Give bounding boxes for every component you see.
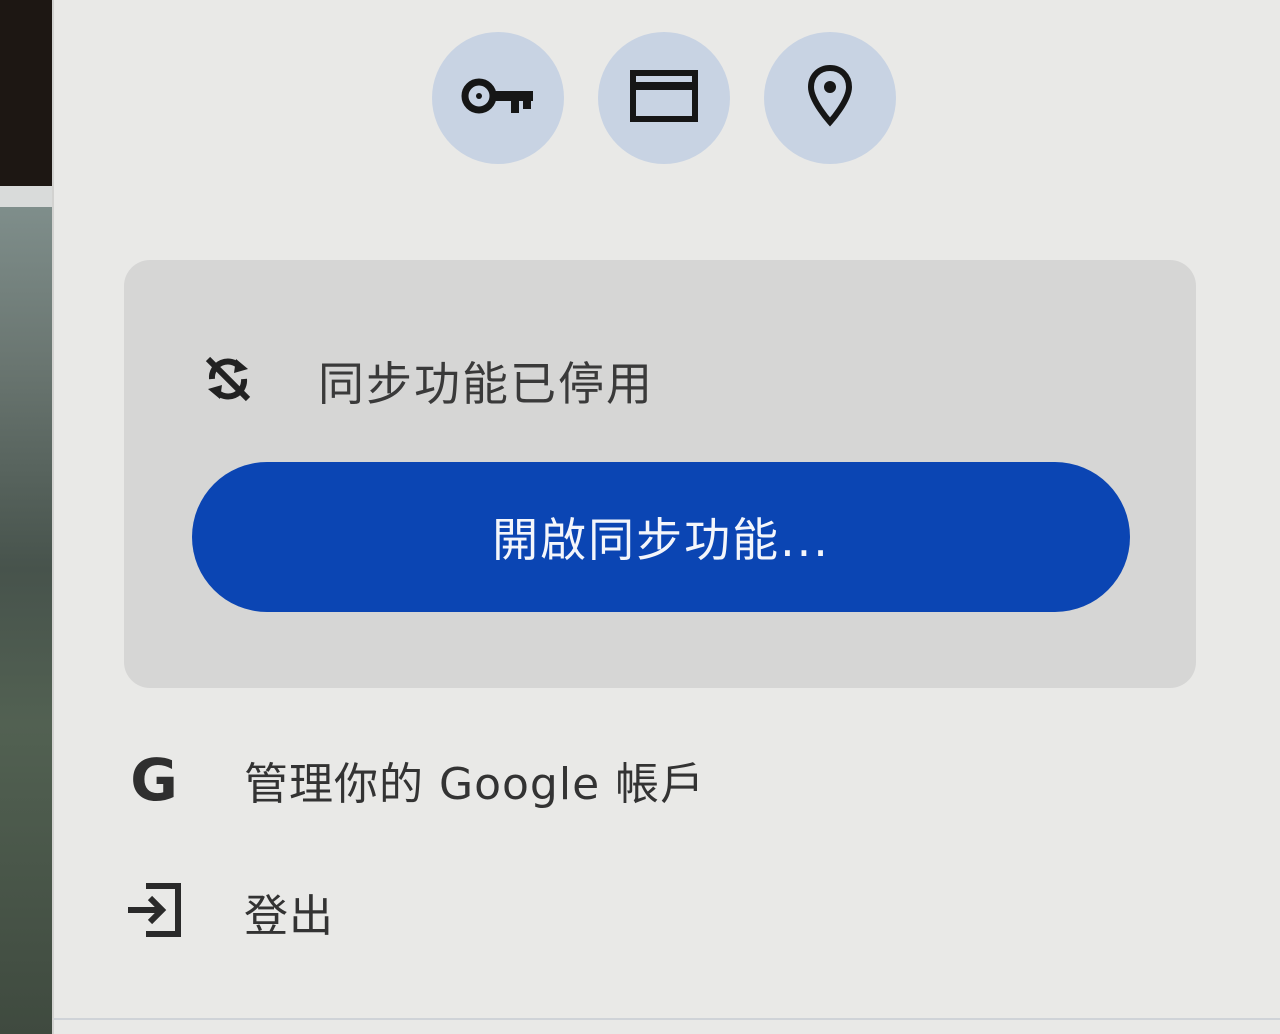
profile-menu-panel: 同步功能已停用 開啟同步功能... G 管理你的 Google 帳戶 登出 [52, 0, 1280, 1034]
key-icon [459, 73, 537, 123]
sync-status: 同步功能已停用 [202, 348, 654, 414]
credit-card-icon [630, 70, 698, 126]
turn-on-sync-button[interactable]: 開啟同步功能... [192, 462, 1130, 612]
google-g-icon: G [130, 746, 178, 814]
sign-out-label: 登出 [244, 891, 334, 942]
payment-methods-button[interactable] [598, 32, 730, 164]
sync-disabled-icon [202, 353, 254, 409]
sync-status-text: 同步功能已停用 [318, 357, 654, 411]
location-pin-icon [807, 64, 853, 132]
sign-out-icon [124, 882, 184, 942]
manage-google-account-item[interactable]: G 管理你的 Google 帳戶 [124, 746, 706, 814]
background-strip [0, 0, 60, 1034]
sign-out-item[interactable]: 登出 [124, 880, 334, 944]
passwords-button[interactable] [432, 32, 564, 164]
divider [54, 1018, 1280, 1020]
sync-card: 同步功能已停用 開啟同步功能... [124, 260, 1196, 688]
addresses-button[interactable] [764, 32, 896, 164]
quick-actions [432, 32, 896, 164]
manage-google-account-label: 管理你的 Google 帳戶 [244, 759, 706, 810]
